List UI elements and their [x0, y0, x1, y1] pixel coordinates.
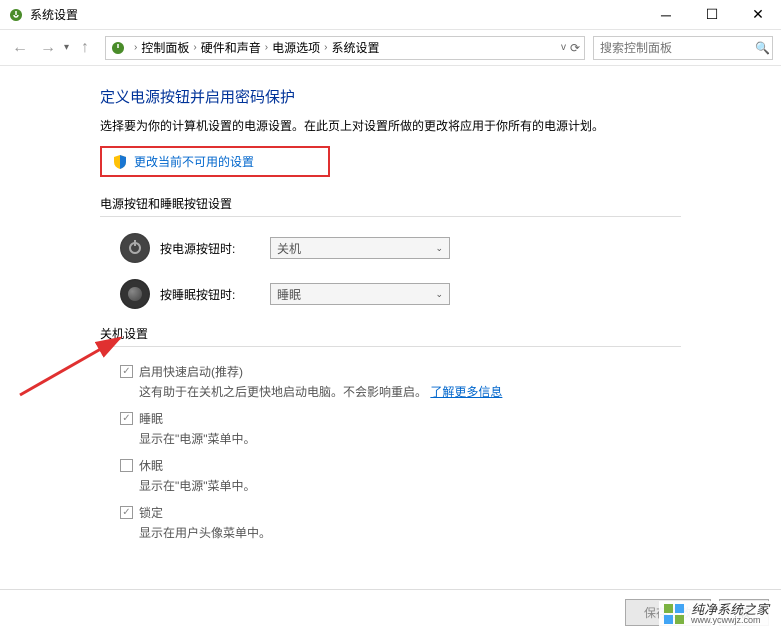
- fast-startup-checkbox[interactable]: [120, 365, 133, 378]
- change-unavailable-link[interactable]: 更改当前不可用的设置: [112, 153, 318, 170]
- power-plan-icon: [110, 40, 126, 56]
- hibernate-desc: 显示在"电源"菜单中。: [120, 477, 681, 494]
- breadcrumb[interactable]: › 控制面板 › 硬件和声音 › 电源选项 › 系统设置 v ⟳: [105, 36, 585, 60]
- maximize-button[interactable]: ☐: [689, 0, 735, 30]
- chevron-down-icon: ⌄: [435, 289, 443, 300]
- fast-startup-desc: 这有助于在关机之后更快地启动电脑。不会影响重启。 了解更多信息: [120, 383, 681, 400]
- watermark-icon: [663, 603, 685, 625]
- lock-checkbox[interactable]: [120, 506, 133, 519]
- breadcrumb-item-power[interactable]: 电源选项: [272, 39, 320, 56]
- power-button-label: 按电源按钮时:: [160, 240, 260, 257]
- chevron-down-icon: ⌄: [435, 243, 443, 254]
- breadcrumb-dropdown-icon[interactable]: v: [561, 42, 566, 53]
- hibernate-item: 休眠 显示在"电源"菜单中。: [100, 457, 681, 494]
- breadcrumb-sep-icon: ›: [134, 42, 137, 53]
- sleep-button-row: 按睡眠按钮时: 睡眠 ⌄: [100, 279, 681, 309]
- sleep-desc: 显示在"电源"菜单中。: [120, 430, 681, 447]
- change-unavailable-text: 更改当前不可用的设置: [134, 153, 254, 170]
- lock-label: 锁定: [139, 504, 163, 521]
- back-button[interactable]: ←: [8, 36, 32, 60]
- sleep-button-dropdown[interactable]: 睡眠 ⌄: [270, 283, 450, 305]
- shield-icon: [112, 154, 128, 170]
- app-icon: [8, 7, 24, 23]
- search-icon[interactable]: 🔍: [755, 41, 770, 55]
- breadcrumb-sep-icon: ›: [193, 42, 196, 53]
- watermark-url: www.ycwwjz.com: [691, 616, 769, 625]
- sleep-checkbox[interactable]: [120, 412, 133, 425]
- learn-more-link[interactable]: 了解更多信息: [430, 385, 502, 399]
- hibernate-checkbox[interactable]: [120, 459, 133, 472]
- minimize-button[interactable]: ─: [643, 0, 689, 30]
- shutdown-section-header: 关机设置: [100, 325, 681, 347]
- sleep-button-value: 睡眠: [277, 286, 435, 303]
- refresh-icon[interactable]: ⟳: [570, 41, 580, 55]
- power-button-dropdown[interactable]: 关机 ⌄: [270, 237, 450, 259]
- content-area: 定义电源按钮并启用密码保护 选择要为你的计算机设置的电源设置。在此页上对设置所做…: [0, 66, 781, 589]
- fast-startup-desc-text: 这有助于在关机之后更快地启动电脑。不会影响重启。: [139, 385, 427, 399]
- page-title: 定义电源按钮并启用密码保护: [100, 86, 681, 107]
- page-description: 选择要为你的计算机设置的电源设置。在此页上对设置所做的更改将应用于你所有的电源计…: [100, 117, 681, 134]
- search-input[interactable]: [600, 41, 755, 55]
- fast-startup-label: 启用快速启动(推荐): [139, 363, 243, 380]
- power-button-value: 关机: [277, 240, 435, 257]
- power-button-icon: [120, 233, 150, 263]
- breadcrumb-sep-icon: ›: [265, 42, 268, 53]
- sleep-item: 睡眠 显示在"电源"菜单中。: [100, 410, 681, 447]
- search-box[interactable]: 🔍: [593, 36, 773, 60]
- breadcrumb-item-system-settings[interactable]: 系统设置: [331, 39, 379, 56]
- breadcrumb-sep-icon: ›: [324, 42, 327, 53]
- sleep-button-label: 按睡眠按钮时:: [160, 286, 260, 303]
- hibernate-label: 休眠: [139, 457, 163, 474]
- buttons-section-header: 电源按钮和睡眠按钮设置: [100, 195, 681, 217]
- window-controls: ─ ☐ ✕: [643, 0, 781, 30]
- power-button-row: 按电源按钮时: 关机 ⌄: [100, 233, 681, 263]
- breadcrumb-item-hardware[interactable]: 硬件和声音: [201, 39, 261, 56]
- breadcrumb-item-control-panel[interactable]: 控制面板: [141, 39, 189, 56]
- history-dropdown[interactable]: ▾: [64, 42, 69, 53]
- up-button[interactable]: ↑: [73, 36, 97, 60]
- shutdown-settings: 启用快速启动(推荐) 这有助于在关机之后更快地启动电脑。不会影响重启。 了解更多…: [100, 363, 681, 541]
- lock-item: 锁定 显示在用户头像菜单中。: [100, 504, 681, 541]
- close-button[interactable]: ✕: [735, 0, 781, 30]
- navbar: ← → ▾ ↑ › 控制面板 › 硬件和声音 › 电源选项 › 系统设置 v ⟳…: [0, 30, 781, 66]
- watermark: 纯净系统之家 www.ycwwjz.com: [659, 601, 773, 627]
- window-title: 系统设置: [30, 6, 643, 23]
- fast-startup-item: 启用快速启动(推荐) 这有助于在关机之后更快地启动电脑。不会影响重启。 了解更多…: [100, 363, 681, 400]
- titlebar: 系统设置 ─ ☐ ✕: [0, 0, 781, 30]
- sleep-label: 睡眠: [139, 410, 163, 427]
- highlight-box: 更改当前不可用的设置: [100, 146, 330, 177]
- sleep-button-icon: [120, 279, 150, 309]
- forward-button[interactable]: →: [36, 36, 60, 60]
- lock-desc: 显示在用户头像菜单中。: [120, 524, 681, 541]
